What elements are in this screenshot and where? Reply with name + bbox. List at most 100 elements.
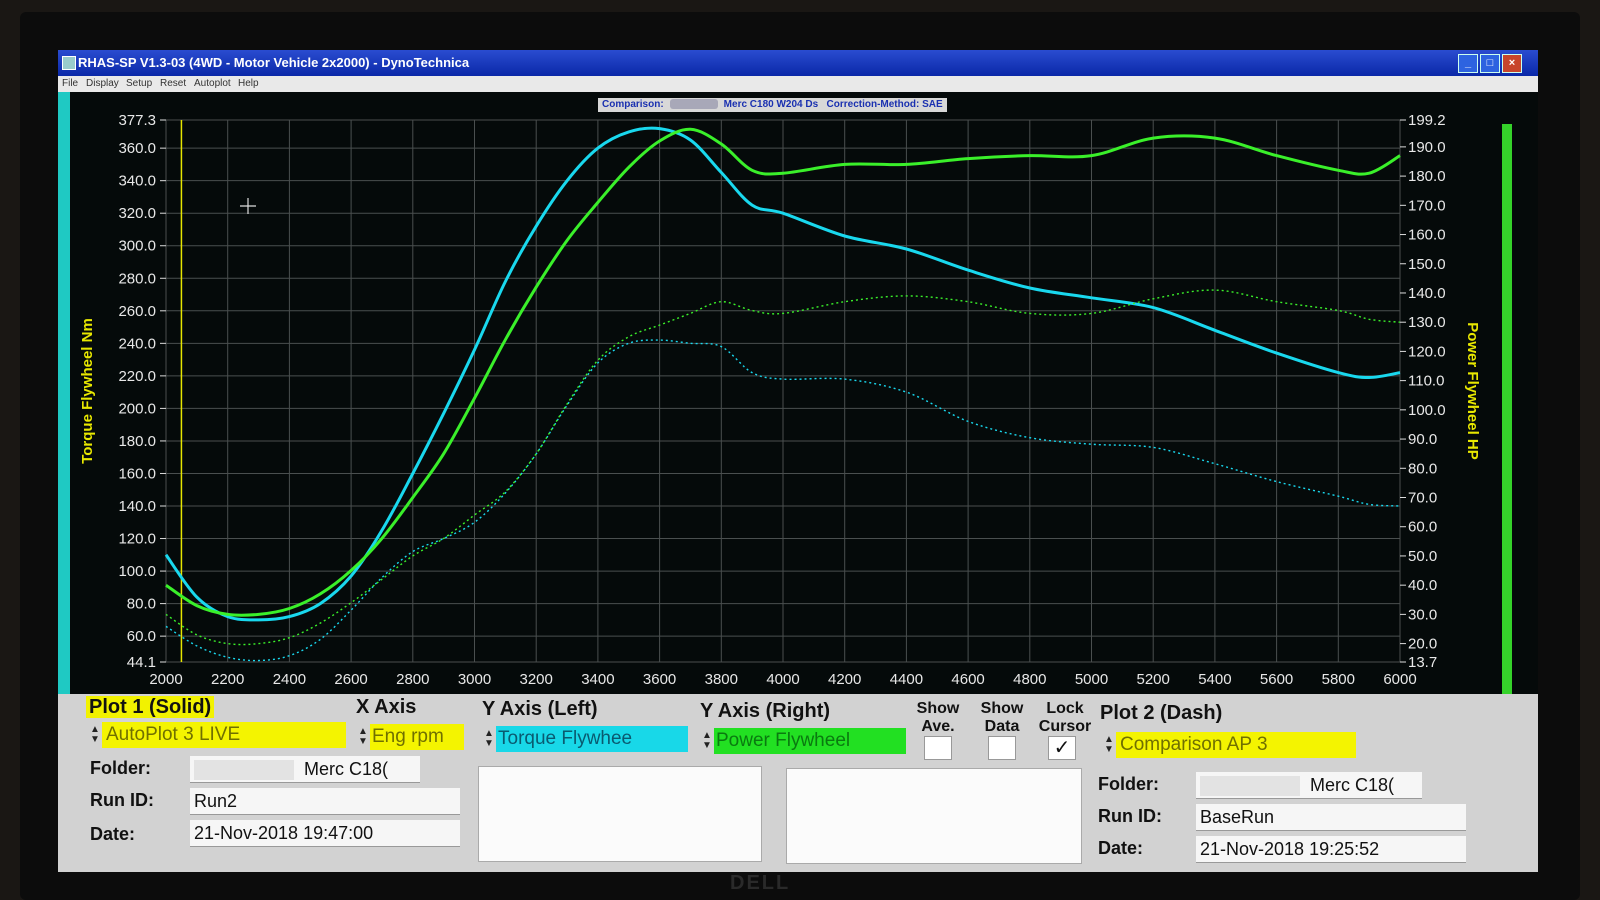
y-right-tick-label: 110.0 [1408,373,1444,390]
x-tick-label: 5000 [1075,671,1108,688]
y-left-header: Y Axis (Left) [482,698,598,720]
x-tick-label: 2400 [273,671,306,688]
redacted-block [194,760,294,781]
y-right-tick-label: 80.0 [1408,460,1437,477]
menu-bar: File Display Setup Reset Autoplot Help [58,76,1538,92]
spin-arrows-icon[interactable]: ▲ ▼ [1102,734,1116,755]
plot1-header: Plot 1 (Solid) [86,696,215,719]
y-right-tick-label: 199.2 [1408,112,1446,129]
y-right-tick-label: 190.0 [1408,139,1446,156]
y-right-tick-label: 120.0 [1408,343,1446,360]
y-right-tick-label: 180.0 [1408,168,1446,185]
control-panel: Plot 1 (Solid) ▲ ▼ AutoPlot 3 LIVE Folder:… [58,694,1538,872]
x-tick-label: 5200 [1137,671,1170,688]
y-left-select[interactable]: ▲ ▼ Torque Flywhee [482,726,690,752]
plot2-source-select[interactable]: ▲ ▼ Comparison AP 3 [1102,732,1364,758]
x-tick-label: 4200 [828,671,861,688]
y-right-tick-label: 60.0 [1408,519,1437,536]
plot1-date-field: 21-Nov-2018 19:47:00 [190,820,460,847]
y-right-tick-label: 160.0 [1408,227,1446,244]
y-right-tick-label: 20.0 [1408,636,1437,653]
plot-area[interactable]: Comparison: Merc C180 W204 Ds Correction-… [58,92,1538,694]
redacted-block [1200,776,1300,797]
y-right-tick-label: 150.0 [1408,256,1446,273]
plot2-folder-label: Folder: [1098,774,1159,794]
y-left-tick-label: 100.0 [118,563,156,580]
show-data-checkbox[interactable] [988,736,1016,760]
x-tick-label: 3400 [581,671,614,688]
x-tick-label: 2200 [211,671,244,688]
plot1-source-select[interactable]: ▲ ▼ AutoPlot 3 LIVE [88,722,350,748]
y-right-tick-label: 140.0 [1408,285,1446,302]
plot1-date-label: Date: [90,824,136,844]
dyno-chart: 377.3 360.0 340.0 320.0 300.0 280.0 260.0 240.0… [79,112,1481,688]
menu-file[interactable]: File [62,78,78,89]
y-left-tick-label: 340.0 [118,173,156,190]
x-axis-select[interactable]: ▲ ▼ Eng rpm [356,724,468,750]
app-window: RHAS-SP V1.3-03 (4WD - Motor Vehicle 2x2… [58,50,1538,872]
y-left-tick-label: 300.0 [118,238,156,255]
x-tick-label: 2800 [396,671,429,688]
x-tick-label: 4400 [890,671,923,688]
x-tick-label: 5600 [1260,671,1293,688]
x-tick-label: 3600 [643,671,676,688]
spin-arrows-icon[interactable]: ▲ ▼ [356,726,370,747]
plot2-date-field: 21-Nov-2018 19:25:52 [1196,836,1466,863]
x-tick-label: 5400 [1198,671,1231,688]
menu-help[interactable]: Help [238,78,259,89]
x-tick-label: 2600 [334,671,367,688]
y-right-tick-label: 50.0 [1408,548,1437,565]
close-button[interactable]: × [1502,54,1522,73]
y-right-select[interactable]: ▲ ▼ Power Flywheel [700,728,908,754]
plot1-notes-box[interactable] [478,766,762,862]
spin-arrows-icon[interactable]: ▲ ▼ [482,728,496,749]
menu-autoplot[interactable]: Autoplot [194,78,231,89]
y-left-tick-label: 200.0 [118,400,156,417]
x-tick-label: 2000 [149,671,182,688]
crosshair-icon [240,198,256,214]
y-right-tick-label: 13.7 [1408,654,1437,671]
plot2-date-label: Date: [1098,838,1144,858]
minimize-button[interactable]: _ [1458,54,1478,73]
lock-cursor-label: Lock Cursor [1038,700,1092,735]
y-left-tick-label: 240.0 [118,335,156,352]
x-tick-label: 5800 [1322,671,1355,688]
menu-display[interactable]: Display [86,78,119,89]
y-right-tick-label: 90.0 [1408,431,1437,448]
y-right-tick-label: 40.0 [1408,577,1437,594]
menu-setup[interactable]: Setup [126,78,152,89]
plot2-header: Plot 2 (Dash) [1100,702,1223,724]
plot2-runid-field: BaseRun [1196,804,1466,831]
y-left-tick-label: 44.1 [127,654,156,671]
window-title: RHAS-SP V1.3-03 (4WD - Motor Vehicle 2x2… [78,55,470,70]
plot2-runid-label: Run ID: [1098,806,1162,826]
plot2-folder-field: Merc C18( [1196,772,1422,799]
y-right-tick-label: 30.0 [1408,606,1437,623]
spin-arrows-icon[interactable]: ▲ ▼ [88,724,102,745]
y-left-tick-label: 377.3 [118,112,156,129]
plot1-runid-label: Run ID: [90,790,154,810]
menu-reset[interactable]: Reset [160,78,186,89]
show-data-label: Show Data [980,700,1024,735]
plot1-folder-field: Merc C18( [190,756,420,783]
y-left-tick-label: 120.0 [118,531,156,548]
y-left-tick-label: 280.0 [118,270,156,287]
y-left-tick-label: 140.0 [118,498,156,515]
x-tick-label: 4000 [766,671,799,688]
x-tick-label: 6000 [1383,671,1416,688]
x-tick-label: 4800 [1013,671,1046,688]
y-left-tick-label: 360.0 [118,140,156,157]
y-left-tick-label: 60.0 [127,628,156,645]
y-left-axis-title: Torque Flywheel Nm [79,318,96,464]
show-ave-label: Show Ave. [916,700,960,735]
x-tick-label: 3200 [520,671,553,688]
plot2-notes-box[interactable] [786,768,1082,864]
x-tick-label: 3000 [458,671,491,688]
lock-cursor-checkbox[interactable]: ✓ [1048,736,1076,760]
y-right-tick-label: 70.0 [1408,490,1437,507]
spin-arrows-icon[interactable]: ▲ ▼ [700,730,714,751]
y-right-tick-label: 130.0 [1408,314,1446,331]
maximize-button[interactable]: □ [1480,54,1500,73]
x-tick-label: 3800 [705,671,738,688]
show-ave-checkbox[interactable] [924,736,952,760]
